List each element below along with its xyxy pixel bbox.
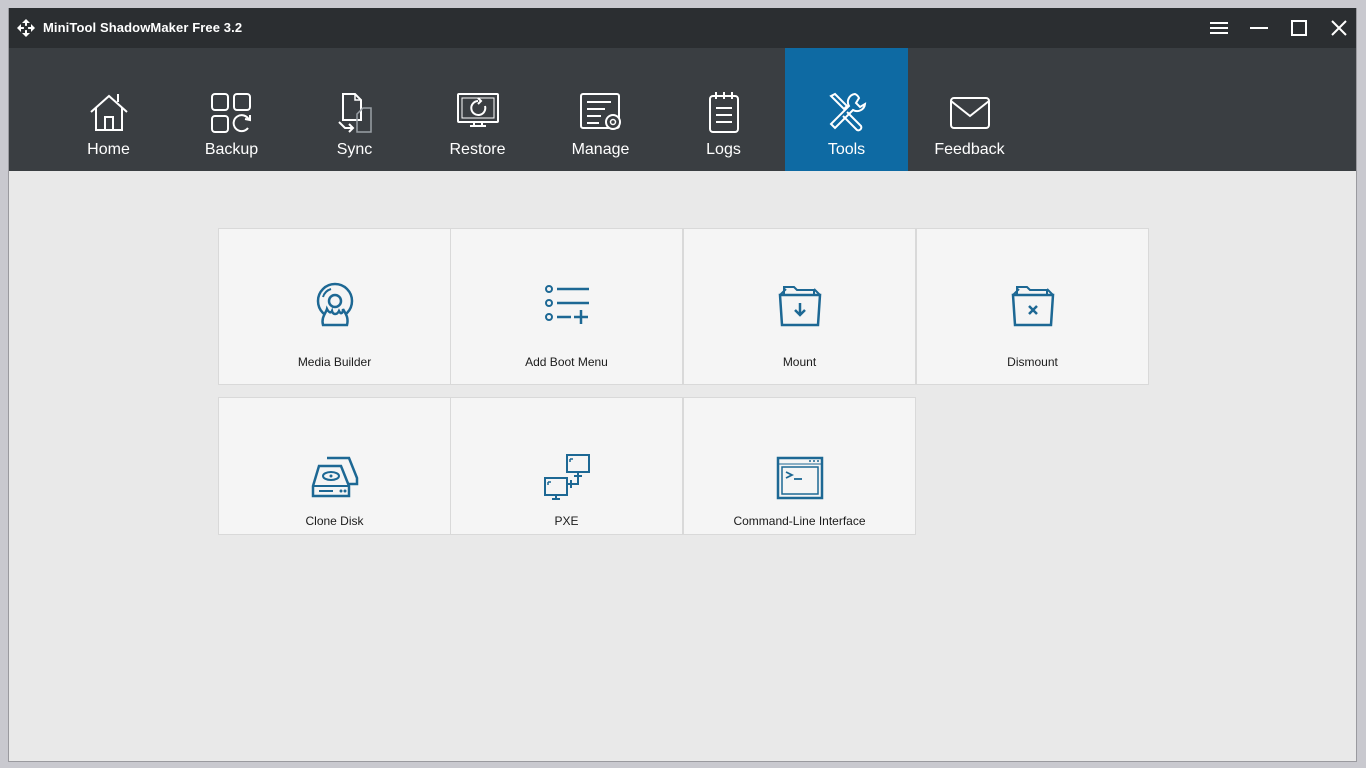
nav-label-restore: Restore xyxy=(449,141,506,158)
tool-label-add-boot-menu: Add Boot Menu xyxy=(525,355,608,369)
nav-label-feedback: Feedback xyxy=(934,141,1005,158)
tool-label-media-builder: Media Builder xyxy=(297,355,372,369)
tool-tile-add-boot-menu[interactable]: Add Boot Menu xyxy=(450,228,683,385)
app-logo-icon xyxy=(17,19,35,37)
tool-tile-clone-disk[interactable]: Clone Disk xyxy=(218,397,451,535)
maximize-icon xyxy=(1291,20,1307,36)
menu-button[interactable] xyxy=(1206,16,1232,40)
tool-tile-mount[interactable]: Mount xyxy=(683,228,916,385)
tool-label-clone-disk: Clone Disk xyxy=(305,514,364,528)
tool-label-pxe: PXE xyxy=(554,514,579,528)
nav-home[interactable]: Home xyxy=(47,48,170,171)
manage-icon xyxy=(580,93,621,130)
minimize-button[interactable] xyxy=(1246,16,1272,40)
nav-label-logs: Logs xyxy=(706,141,741,158)
app-window: MiniTool ShadowMaker Free 3.2 Home Backu… xyxy=(8,8,1357,762)
menu-icon xyxy=(1210,22,1228,34)
backup-icon xyxy=(211,93,251,133)
nav-feedback[interactable]: Feedback xyxy=(908,48,1031,171)
minimize-icon xyxy=(1250,27,1268,29)
tools-icon xyxy=(829,92,867,132)
close-button[interactable] xyxy=(1326,16,1352,40)
nav-label-sync: Sync xyxy=(336,141,373,158)
nav-logs[interactable]: Logs xyxy=(662,48,785,171)
tool-tile-media-builder[interactable]: Media Builder xyxy=(218,228,451,385)
nav-manage[interactable]: Manage xyxy=(539,48,662,171)
title-bar: MiniTool ShadowMaker Free 3.2 xyxy=(9,8,1356,48)
maximize-button[interactable] xyxy=(1286,16,1312,40)
close-icon xyxy=(1331,20,1347,36)
mount-icon xyxy=(778,286,822,327)
logs-icon xyxy=(709,92,739,133)
tool-label-mount: Mount xyxy=(782,355,817,369)
command-line-icon xyxy=(776,456,824,500)
nav-restore[interactable]: Restore xyxy=(416,48,539,171)
tool-tile-command-line-interface[interactable]: Command-Line Interface xyxy=(683,397,916,535)
pxe-icon xyxy=(544,454,590,500)
nav-backup[interactable]: Backup xyxy=(170,48,293,171)
tool-tile-pxe[interactable]: PXE xyxy=(450,397,683,535)
sync-icon xyxy=(338,93,372,133)
main-nav: Home Backup Sync Restore Manage Logs Too… xyxy=(9,48,1356,171)
tool-label-command-line-interface: Command-Line Interface xyxy=(733,514,866,528)
nav-label-tools: Tools xyxy=(827,141,866,158)
home-icon xyxy=(90,94,128,131)
window-title: MiniTool ShadowMaker Free 3.2 xyxy=(43,20,243,35)
nav-label-home: Home xyxy=(87,141,130,158)
nav-label-manage: Manage xyxy=(571,141,630,158)
feedback-icon xyxy=(950,97,990,129)
restore-icon xyxy=(457,93,499,127)
boot-menu-icon xyxy=(545,285,589,324)
nav-sync[interactable]: Sync xyxy=(293,48,416,171)
tool-label-dismount: Dismount xyxy=(1007,355,1058,369)
tool-tile-dismount[interactable]: Dismount xyxy=(916,228,1149,385)
clone-disk-icon xyxy=(311,456,359,498)
media-builder-icon xyxy=(316,282,354,327)
nav-tools[interactable]: Tools xyxy=(785,48,908,171)
dismount-icon xyxy=(1011,286,1055,327)
nav-label-backup: Backup xyxy=(204,141,259,158)
